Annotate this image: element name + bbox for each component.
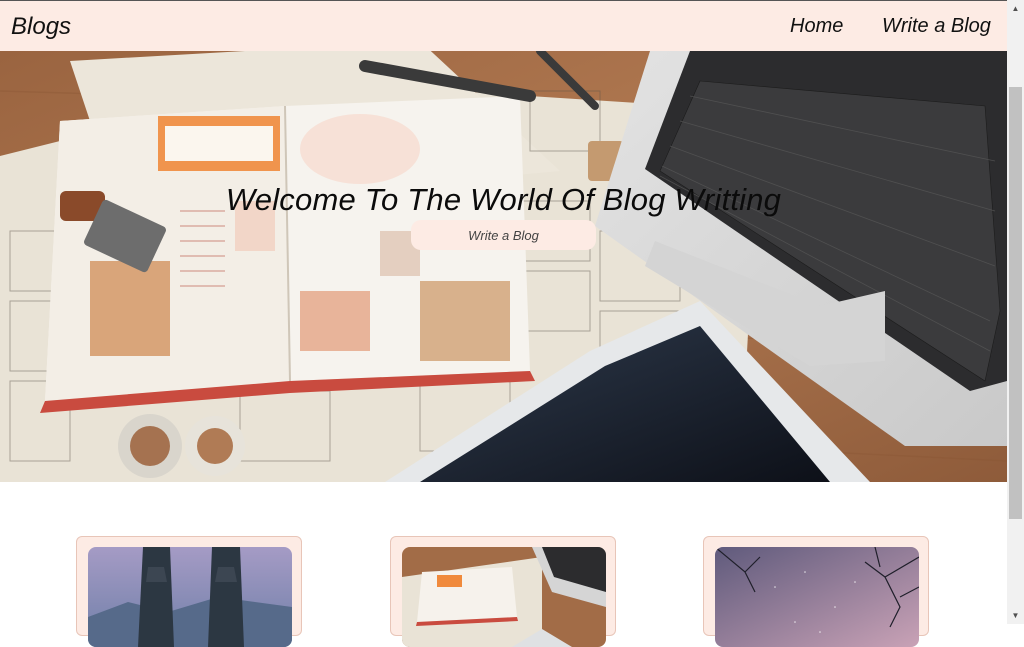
write-blog-button[interactable]: Write a Blog [411,220,596,250]
blog-card[interactable] [703,536,929,647]
blog-card[interactable] [390,536,616,647]
hero-title: Welcome To The World Of Blog Writting [225,182,782,217]
card-image-temple [88,547,292,647]
brand-logo[interactable]: Blogs [11,13,71,41]
card-image-desk [402,547,606,647]
scroll-down-arrow-icon[interactable]: ▼ [1007,607,1024,624]
card-image-starry-sky [715,547,919,647]
blog-card[interactable] [76,536,302,647]
nav-link-home[interactable]: Home [790,15,843,38]
hero-banner: Welcome To The World Of Blog Writting Wr… [0,51,1007,482]
scrollbar-thumb[interactable] [1009,87,1022,519]
hero-background-image [0,51,1007,482]
scroll-up-arrow-icon[interactable]: ▲ [1007,0,1024,17]
vertical-scrollbar[interactable]: ▲ ▼ [1007,0,1024,624]
navbar: Blogs Home Write a Blog [0,1,1007,51]
nav-link-write-blog[interactable]: Write a Blog [882,15,991,38]
